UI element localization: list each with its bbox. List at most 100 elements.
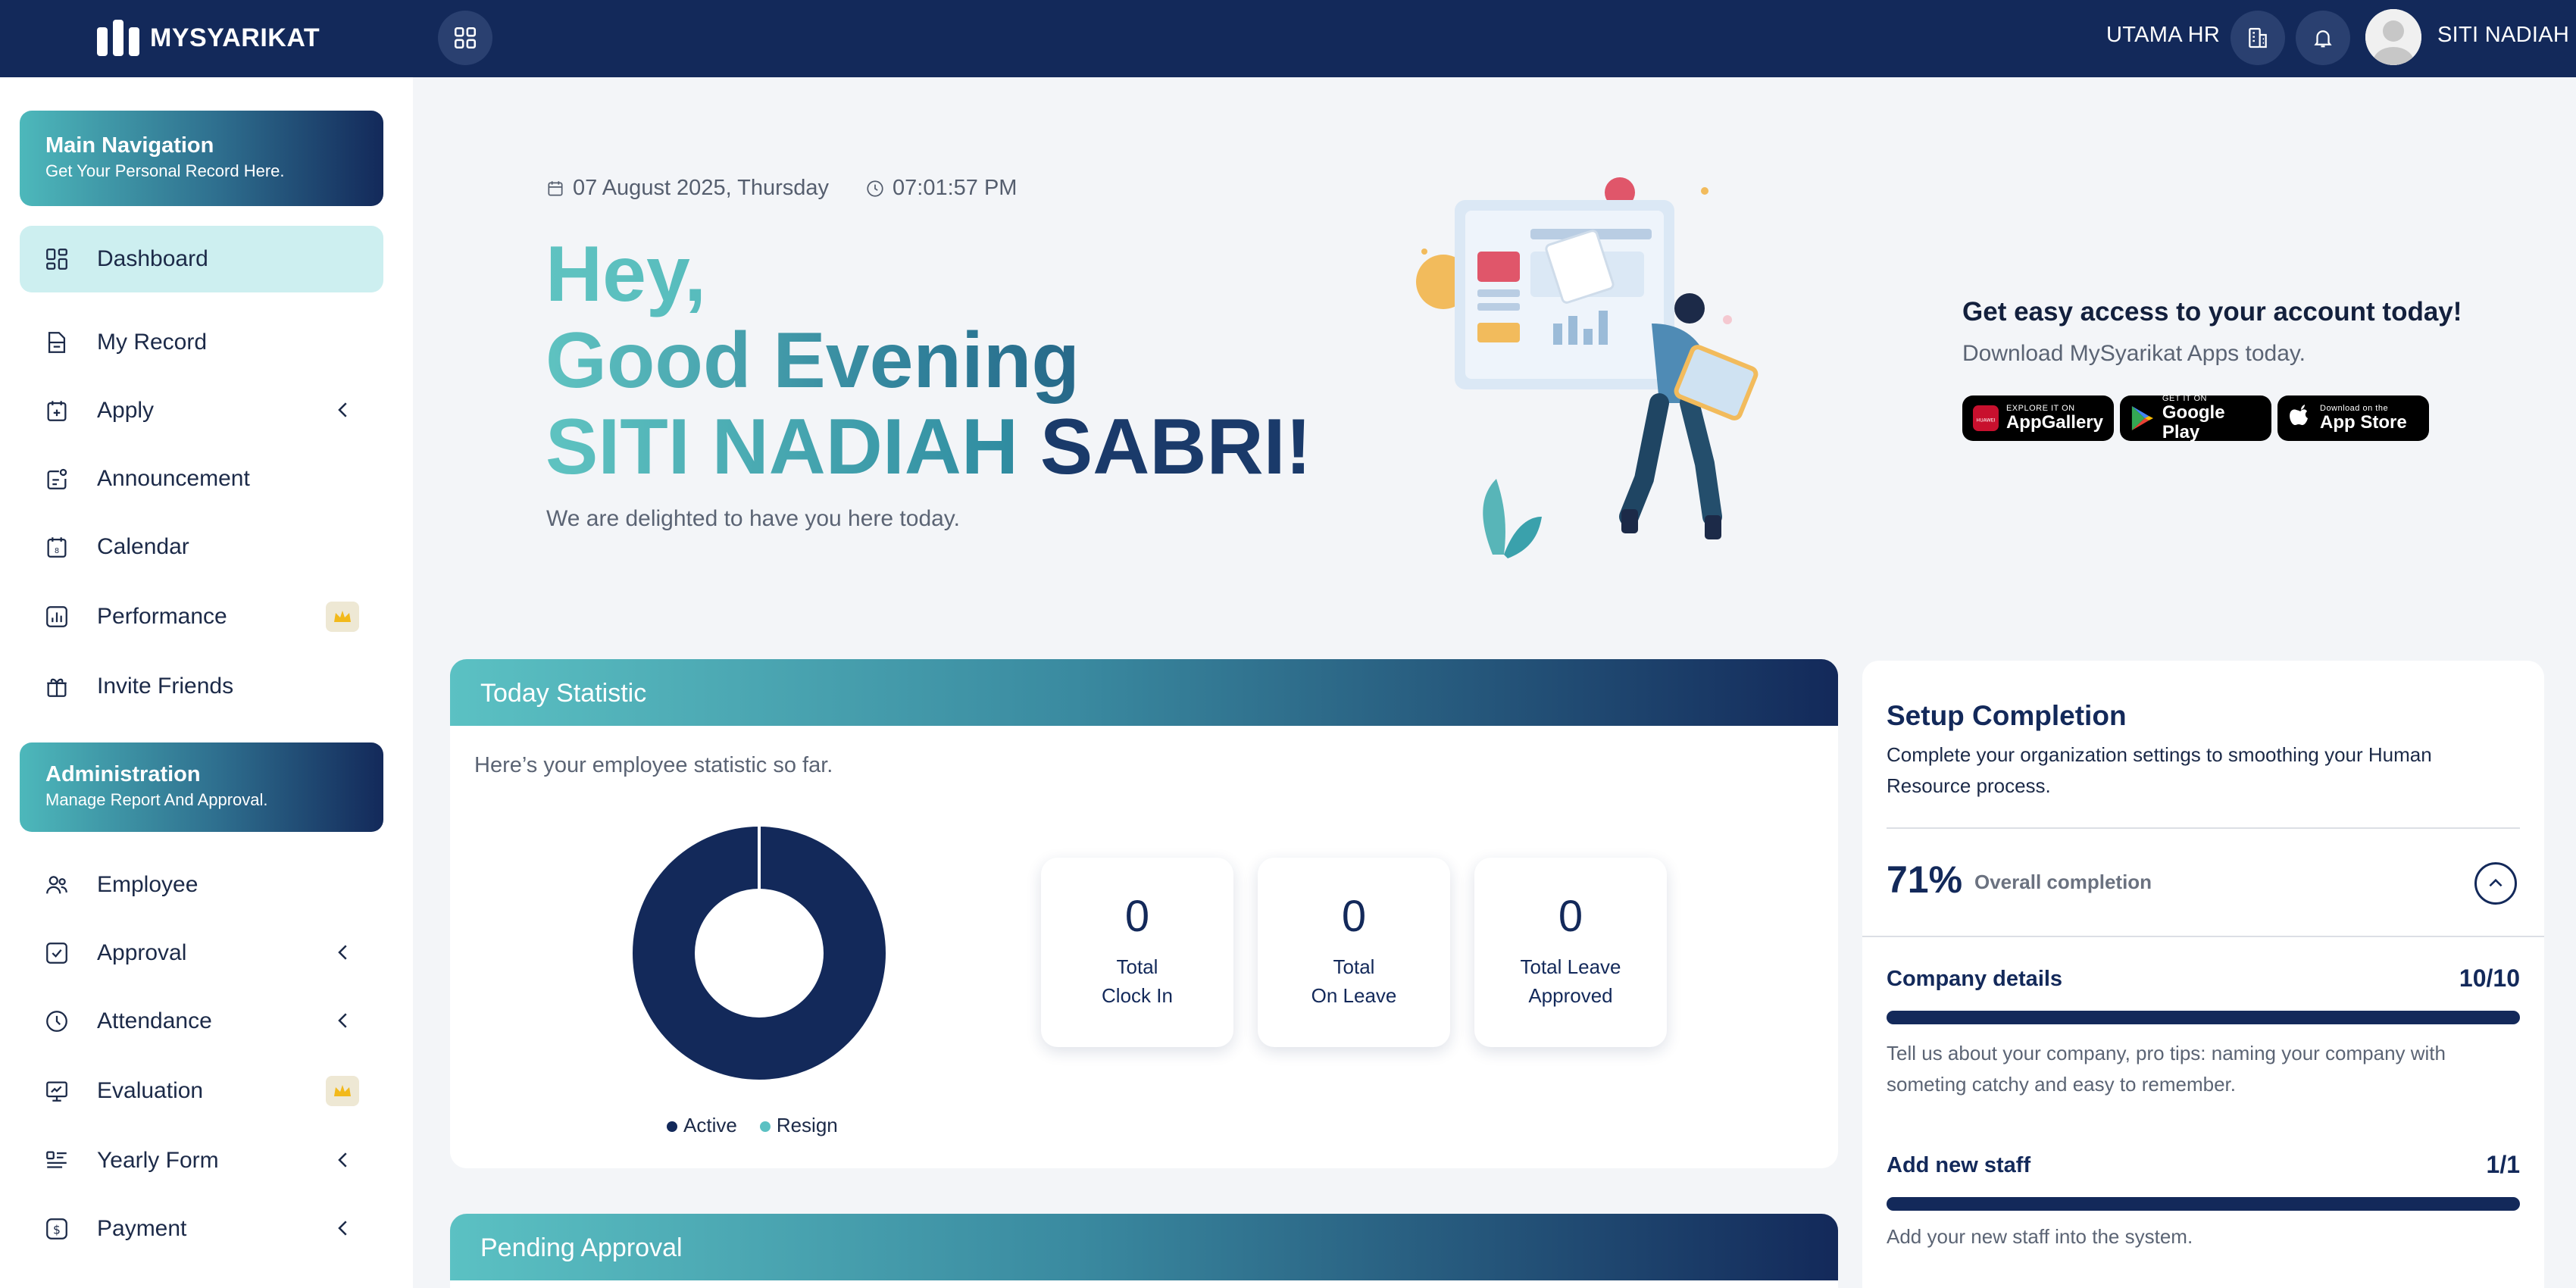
employee-icon <box>42 871 71 899</box>
notifications-button[interactable] <box>2296 11 2350 65</box>
total-clock-in-card: 0 Total Clock In <box>1041 858 1233 1047</box>
sidebar-item-payment[interactable]: $ Payment <box>20 1196 383 1262</box>
greeting-subtitle: We are delighted to have you here today. <box>546 506 960 531</box>
setup-completion-title: Setup Completion <box>1887 700 2127 731</box>
svg-text:$: $ <box>53 1223 61 1236</box>
company-name[interactable]: UTAMA HR <box>2106 23 2220 48</box>
legend-label: Active <box>683 1114 737 1136</box>
calendar-small-icon <box>548 180 563 196</box>
sidebar-item-apply[interactable]: Apply <box>20 377 383 444</box>
apple-icon <box>2290 405 2308 425</box>
record-icon <box>42 328 71 357</box>
bell-icon <box>2314 30 2332 48</box>
total-leave-approved-card: 0 Total Leave Approved <box>1474 858 1667 1047</box>
today-statistic-card: Today Statistic Here’s your employee sta… <box>450 659 1838 1168</box>
greeting-line-1: Hey, <box>546 231 1311 317</box>
sidebar-item-label: Performance <box>97 604 227 629</box>
sidebar-item-label: Payment <box>97 1216 187 1241</box>
legend-item-active[interactable]: Active <box>667 1114 737 1137</box>
user-avatar-icon <box>2365 9 2421 65</box>
dashboard-icon <box>42 245 71 274</box>
chevron-left-icon <box>338 945 347 960</box>
greeting-name: SITI NADIAH SABRI! <box>546 404 1311 490</box>
add-new-staff-description: Add your new staff into the system. <box>1887 1225 2193 1248</box>
company-details-progress-bar <box>1887 1011 2520 1024</box>
google-play-icon <box>2131 406 2154 430</box>
chevron-left-icon <box>338 1221 347 1236</box>
company-details-description: Tell us about your company, pro tips: na… <box>1887 1042 2446 1096</box>
stat-value: 0 <box>1341 892 1367 941</box>
sidebar-item-employee[interactable]: Employee <box>20 852 383 918</box>
building-icon <box>2249 27 2267 48</box>
download-subtitle: Download MySyarikat Apps today. <box>1962 341 2306 366</box>
sidebar-item-performance[interactable]: Performance <box>20 583 383 650</box>
grid-icon <box>454 27 477 49</box>
main-navigation-subtitle: Get Your Personal Record Here. <box>45 161 285 180</box>
announcement-icon <box>42 464 71 493</box>
pending-approval-card: Pending Approval <box>450 1214 1838 1288</box>
sidebar-item-label: Apply <box>97 398 155 423</box>
pending-approval-title: Pending Approval <box>450 1214 1838 1280</box>
sidebar-item-dashboard[interactable]: Dashboard <box>20 226 383 292</box>
sidebar-item-label: Announcement <box>97 466 250 491</box>
gift-icon <box>42 672 71 701</box>
chevron-up-icon <box>2489 878 2503 887</box>
add-new-staff-progress-value: 1/1 <box>2486 1151 2520 1178</box>
app-logo[interactable]: MYSYARIKAT <box>97 20 320 56</box>
greeting-name-last: SABRI! <box>1039 403 1312 491</box>
setup-completion-card: Setup Completion Complete your organizat… <box>1862 661 2544 1288</box>
top-bar: MYSYARIKAT UTAMA HR SITI NADIAH <box>0 0 2576 77</box>
sidebar-item-label: Invite Friends <box>97 674 234 699</box>
sidebar-item-attendance[interactable]: Attendance <box>20 988 383 1055</box>
company-details-title[interactable]: Company details <box>1887 967 2062 992</box>
greeting-name-first: SITI NADIAH <box>546 403 1018 491</box>
stat-label: Total On Leave <box>1311 955 1397 1007</box>
greeting-heading: Hey, Good Evening SITI NADIAH SABRI! <box>546 231 1311 490</box>
legend-item-resign[interactable]: Resign <box>759 1114 838 1137</box>
apps-grid-button[interactable] <box>438 11 492 65</box>
app-store-badge[interactable]: Download on the App Store <box>2277 395 2429 441</box>
store-big-text: App Store <box>2320 412 2407 433</box>
sidebar: Main Navigation Get Your Personal Record… <box>0 77 413 1288</box>
sidebar-item-evaluation[interactable]: Evaluation <box>20 1058 383 1124</box>
time-text: 07:01:57 PM <box>893 176 1018 200</box>
user-name[interactable]: SITI NADIAH <box>2437 23 2569 48</box>
add-new-staff-progress-bar <box>1887 1197 2520 1211</box>
sidebar-item-yearly-form[interactable]: Yearly Form <box>20 1127 383 1194</box>
main-navigation-header: Main Navigation Get Your Personal Record… <box>20 111 383 206</box>
company-details-progress-value: 10/10 <box>2459 964 2520 992</box>
welcome-illustration <box>1416 177 1758 558</box>
svg-text:HUAWEI: HUAWEI <box>1976 417 1995 423</box>
logo-mark-icon <box>97 20 139 56</box>
sidebar-item-label: Approval <box>97 940 187 965</box>
switch-company-button[interactable] <box>2231 11 2285 65</box>
sidebar-item-invite-friends[interactable]: Invite Friends <box>20 653 383 720</box>
clock-small-icon <box>867 180 883 197</box>
google-play-badge[interactable]: GET IT ON Google Play <box>2120 394 2271 442</box>
evaluation-icon <box>42 1077 71 1105</box>
employee-status-donut[interactable] <box>630 824 888 1082</box>
performance-icon <box>42 602 71 631</box>
sidebar-item-announcement[interactable]: Announcement <box>20 445 383 512</box>
collapse-setup-button[interactable] <box>2474 862 2517 905</box>
divider <box>1862 936 2544 937</box>
today-statistic-subtitle: Here’s your employee statistic so far. <box>474 753 833 777</box>
apply-icon <box>42 396 71 425</box>
sidebar-item-approval[interactable]: Approval <box>20 920 383 986</box>
huawei-icon: HUAWEI <box>1973 405 1999 431</box>
add-new-staff-title[interactable]: Add new staff <box>1887 1153 2030 1178</box>
legend-label: Resign <box>776 1114 838 1136</box>
user-avatar[interactable] <box>2365 9 2421 65</box>
appgallery-badge[interactable]: HUAWEI EXPLORE IT ON AppGallery <box>1962 395 2114 441</box>
premium-crown-icon <box>326 602 359 632</box>
sidebar-item-label: Dashboard <box>97 246 208 271</box>
sidebar-item-calendar[interactable]: 8 Calendar <box>20 514 383 580</box>
sidebar-item-label: My Record <box>97 330 208 355</box>
sidebar-item-my-record[interactable]: My Record <box>20 309 383 376</box>
administration-subtitle: Manage Report And Approval. <box>45 790 268 809</box>
sidebar-item-label: Calendar <box>97 534 189 559</box>
overall-completion-label: Overall completion <box>1974 871 2152 893</box>
sidebar-item-label: Attendance <box>97 1008 212 1033</box>
greeting-line-2: Good Evening <box>546 317 1311 404</box>
approval-icon <box>42 939 71 968</box>
